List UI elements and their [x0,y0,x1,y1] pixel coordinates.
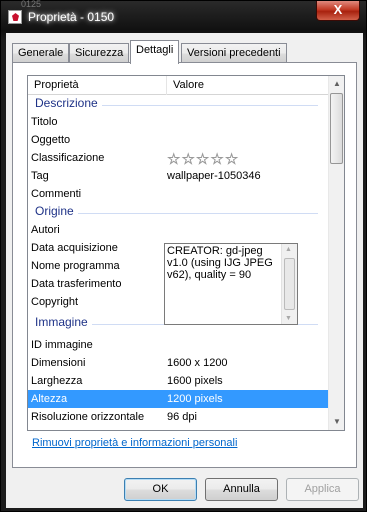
list-item[interactable]: Oggetto [28,131,330,149]
list-scroll-thumb[interactable] [330,93,343,164]
properties-list[interactable]: Proprietà Valore Descrizione Titolo Ogge… [27,75,345,431]
comments-scroll-thumb[interactable] [284,258,295,310]
close-button[interactable]: X [316,1,360,21]
property-name: Altezza [31,393,68,405]
tab-versioni-precedenti[interactable]: Versioni precedenti [181,43,287,63]
list-item[interactable]: Risoluzione orizzontale 96 dpi [28,408,330,426]
star-icon[interactable]: ☆ [196,152,210,168]
property-name: Commenti [31,188,82,200]
list-item[interactable]: Tag wallpaper-1050346 [28,167,330,185]
comments-textarea[interactable]: CREATOR: gd-jpeg v1.0 (using IJG JPEG v6… [164,243,298,325]
scroll-up-arrow-icon[interactable]: ▲ [329,76,344,92]
property-value: 96 dpi [167,411,197,423]
list-item-selected[interactable]: Altezza 1200 pixels [28,390,330,408]
property-name: ID immagine [31,339,93,351]
property-value: 1600 pixels [167,375,223,387]
star-icon[interactable]: ☆ [210,152,224,168]
list-scrollbar[interactable]: ▲ ▼ [328,76,344,430]
star-icon[interactable]: ☆ [167,152,181,168]
group-origine: Origine [28,203,330,221]
property-name: Titolo [31,116,58,128]
property-name: Dimensioni [31,357,86,369]
comments-scrollbar[interactable]: ▲ ▼ [281,244,297,324]
details-panel: Proprietà Valore Descrizione Titolo Ogge… [12,62,357,468]
scroll-down-arrow-icon[interactable]: ▼ [329,414,344,430]
property-name: Data trasferimento [31,278,122,290]
group-title: Origine [35,204,78,218]
image-file-icon [8,10,22,24]
comments-text[interactable]: CREATOR: gd-jpeg v1.0 (using IJG JPEG v6… [167,245,279,281]
property-name: Classificazione [31,152,105,164]
star-icon[interactable]: ☆ [181,152,195,168]
remove-properties-link[interactable]: Rimuovi proprietà e informazioni persona… [32,437,237,449]
property-value: 1200 pixels [167,393,223,405]
list-item[interactable]: Autori [28,221,330,239]
list-item[interactable]: Titolo [28,113,330,131]
dialog-client-area: Generale Sicurezza Dettagli Versioni pre… [6,33,363,508]
star-icon[interactable]: ☆ [225,152,239,168]
property-value: wallpaper-1050346 [167,170,261,182]
group-title: Descrizione [35,96,102,110]
property-name: Nome programma [31,260,120,272]
scroll-up-arrow-icon[interactable]: ▲ [285,246,292,253]
properties-dialog: 0125 Proprietà - 0150 X Generale Sicurez… [0,0,367,512]
column-header-proprieta[interactable]: Proprietà [28,76,167,95]
property-name: Autori [31,224,60,236]
scroll-down-arrow-icon[interactable]: ▼ [285,315,292,322]
list-item[interactable]: Larghezza 1600 pixels [28,372,330,390]
list-header: Proprietà Valore [28,76,330,95]
list-item[interactable]: ID immagine [28,336,330,354]
tab-generale[interactable]: Generale [12,43,70,63]
property-name: Risoluzione orizzontale [31,411,145,423]
property-name: Tag [31,170,49,182]
title-bar[interactable]: Proprietà - 0150 X [1,1,366,33]
list-item[interactable]: Commenti [28,185,330,203]
ok-button[interactable]: OK [124,478,197,501]
property-name: Oggetto [31,134,71,146]
group-title: Immagine [35,315,92,329]
window-title: Proprietà - 0150 [28,10,115,24]
property-name: Data acquisizione [31,242,118,254]
list-item[interactable]: Classificazione ☆☆☆☆☆ [28,149,330,168]
group-descrizione: Descrizione [28,95,330,113]
tab-dettagli[interactable]: Dettagli [130,40,180,64]
column-header-valore[interactable]: Valore [167,76,330,95]
property-name: Larghezza [31,375,83,387]
tab-sicurezza[interactable]: Sicurezza [69,43,130,63]
apply-button[interactable]: Applica [286,478,359,501]
list-item[interactable]: Dimensioni 1600 x 1200 [28,354,330,372]
cancel-button[interactable]: Annulla [205,478,278,501]
property-value: 1600 x 1200 [167,357,228,369]
property-name: Copyright [31,296,79,308]
